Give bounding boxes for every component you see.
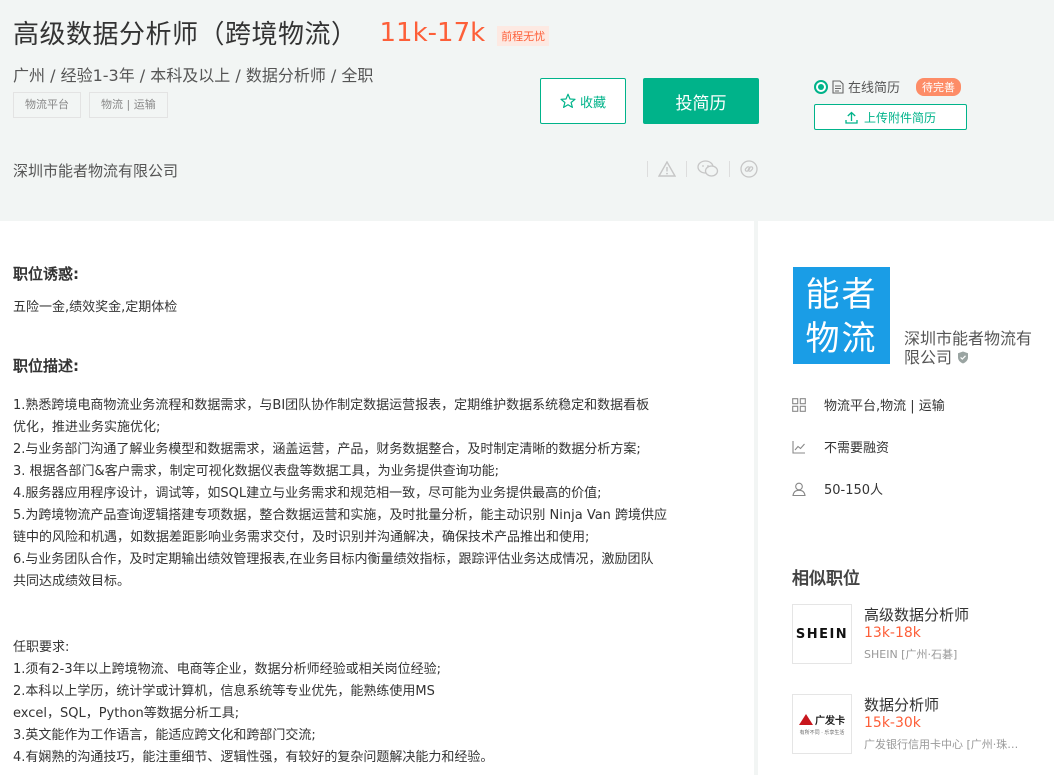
shein-logo[interactable]: SHEIN [792,604,852,664]
logo-line: 物流 [805,319,878,359]
upload-resume-button[interactable]: 上传附件简历 [814,104,967,130]
company-name-link[interactable]: 深圳市能者物流有限公司 [13,160,178,181]
description-line: 共同达成绩效目标。 [13,574,131,589]
wechat-icon[interactable] [697,160,719,178]
similar-job-salary: 15k-30k [864,715,921,731]
logo-text: 广发卡 [815,716,845,727]
description-line: 2.与业务部门沟通了解业务模型和数据需求，涵盖运营，产品，财务数据整合，及时制定… [13,442,641,457]
person-icon [792,482,806,496]
source-badge: 前程无忧 [497,25,550,46]
similar-job-company: 广发银行信用卡中心 [广州·珠… [864,738,1019,751]
resume-radio[interactable] [814,79,828,94]
similar-job-company: SHEIN [广州·石碁] [864,648,958,661]
perks-text: 五险一金,绩效奖金,定期体检 [13,300,178,315]
online-resume-option[interactable]: 在线简历 待完善 [814,77,962,96]
grid-icon [792,397,806,412]
requirement-line: excel，SQL，Python等数据分析工具; [13,706,240,721]
similar-job-salary: 13k-18k [864,625,921,641]
logo-line: 能者 [805,275,878,315]
divider [729,161,730,177]
job-tag[interactable]: 物流 | 运输 [89,92,168,118]
title-row: 高级数据分析师（跨境物流） 11k-17k 前程无忧 [13,14,550,51]
company-funding: 不需要融资 [792,437,889,456]
industry-text: 物流平台,物流 | 运输 [824,399,945,414]
perks-title: 职位诱惑: [13,265,79,283]
cgb-logo-top: 广发卡 [799,712,845,727]
requirement-line: 4.有娴熟的沟通技巧，能注重细节、逻辑性强，有较好的复杂问题解决能力和经验。 [13,750,494,765]
apply-button[interactable]: 投简历 [643,78,759,124]
chart-trend-icon [792,440,805,454]
favorite-button[interactable]: 收藏 [540,78,626,124]
requirements-title: 任职要求: [13,640,70,655]
warning-icon[interactable] [658,161,676,177]
job-tags: 物流平台 物流 | 运输 [13,92,168,118]
requirement-line: 1.须有2-3年以上跨境物流、电商等企业，数据分析师经验或相关岗位经验; [13,662,442,677]
job-tag[interactable]: 物流平台 [13,92,81,118]
cgb-logo-mark: 广发卡 有所不同 · 乐享生活 [799,712,845,736]
logo-text: SHEIN [795,626,849,642]
requirement-line: 3.英文能作为工作语言，能适应跨文化和跨部门交流; [13,728,316,743]
pending-badge[interactable]: 待完善 [916,77,962,96]
description-line: 4.服务器应用程序设计，调试等，如SQL建立与业务需求和规范相一致，尽可能为业务… [13,486,602,501]
job-salary: 11k-17k [379,17,486,48]
description-line: 1.熟悉跨境电商物流业务流程和数据需求，与BI团队协作制定数据运营报表，定期维护… [13,398,650,413]
upload-label: 上传附件简历 [863,110,936,125]
similar-job-item[interactable]: 广发卡 有所不同 · 乐享生活 数据分析师 15k-30k 广发银行信用卡中心 … [792,694,1042,764]
description-line: 链中的风险和机遇，如数据差距影响业务需求交付，及时识别并沟通解决，确保技术产品推… [13,530,590,545]
company-full-name[interactable]: 深圳市能者物流有限公司 [904,329,1039,367]
requirement-line: 2.本科以上学历，统计学或计算机，信息系统等专业优先，能熟练使用MS [13,684,435,699]
similar-job-item[interactable]: SHEIN 高级数据分析师 13k-18k SHEIN [广州·石碁] [792,604,1042,674]
company-industry: 物流平台,物流 | 运输 [792,395,945,414]
company-logo[interactable]: 能者 物流 [793,267,890,364]
job-title: 高级数据分析师（跨境物流） [13,20,358,50]
verified-shield-icon [958,351,969,364]
divider [686,161,687,177]
description-line: 优化，推进业务实施优化; [13,420,161,435]
link-icon[interactable] [740,160,758,178]
cgb-card-logo[interactable]: 广发卡 有所不同 · 乐享生活 [792,694,852,754]
description-line: 3. 根据各部门&客户需求，制定可视化数据仪表盘等数据工具，为业务提供查询功能; [13,464,500,479]
requirements-body: 任职要求: 1.须有2-3年以上跨境物流、电商等企业，数据分析师经验或相关岗位经… [13,637,493,769]
similar-jobs-title: 相似职位 [792,569,860,589]
similar-job-title[interactable]: 数据分析师 [864,694,939,715]
triangle-icon [799,714,813,725]
description-line: 5.为跨境物流产品查询逻辑搭建专项数据，整合数据运营和实施，及时批量分析，能主动… [13,508,668,523]
description-line: 6.与业务团队合作，及时定期输出绩效管理报表,在业务目标内衡量绩效指标，跟踪评估… [13,552,654,567]
similar-job-title[interactable]: 高级数据分析师 [864,604,969,625]
document-icon [832,79,844,94]
divider [647,161,648,177]
upload-icon [845,111,858,124]
favorite-label: 收藏 [579,95,606,111]
size-text: 50-150人 [824,483,884,498]
description-body: 1.熟悉跨境电商物流业务流程和数据需求，与BI团队协作制定数据运营报表，定期维护… [13,395,667,593]
online-resume-label: 在线简历 [848,81,901,96]
share-icons [647,160,758,178]
company-size: 50-150人 [792,479,883,498]
job-header: 高级数据分析师（跨境物流） 11k-17k 前程无忧 广州 / 经验1-3年 /… [0,0,1054,221]
star-icon [560,93,576,108]
logo-slogan: 有所不同 · 乐享生活 [799,730,845,736]
description-title: 职位描述: [13,357,79,375]
job-meta: 广州 / 经验1-3年 / 本科及以上 / 数据分析师 / 全职 [13,66,374,85]
funding-text: 不需要融资 [824,441,890,456]
